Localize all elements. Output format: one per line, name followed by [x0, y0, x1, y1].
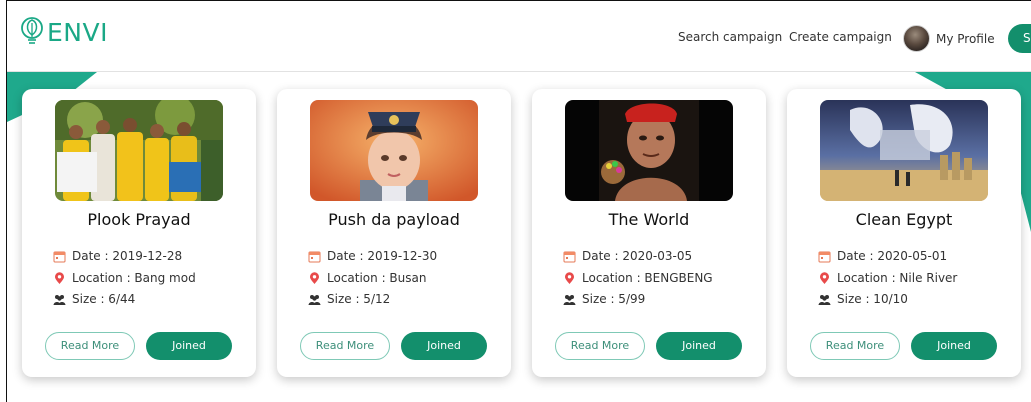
- nav-my-profile[interactable]: My Profile: [903, 25, 995, 52]
- campaign-image: [55, 100, 223, 201]
- read-more-button[interactable]: Read More: [300, 332, 390, 360]
- avatar: [903, 25, 930, 52]
- map-pin-icon: [308, 271, 321, 285]
- lightbulb-leaf-icon: [19, 17, 45, 47]
- joined-button[interactable]: Joined: [401, 332, 487, 360]
- campaign-location: Location : Bang mod: [72, 271, 196, 285]
- location-row: Location : Bang mod: [53, 271, 196, 285]
- campaign-date: Date : 2020-05-01: [837, 249, 948, 263]
- calendar-icon: [53, 250, 66, 263]
- campaign-date: Date : 2019-12-28: [72, 249, 183, 263]
- date-row: Date : 2020-03-05: [563, 249, 692, 263]
- campaign-location: Location : BENGBENG: [582, 271, 713, 285]
- brand-name: ENVI: [47, 17, 108, 47]
- campaign-location: Location : Busan: [327, 271, 427, 285]
- location-row: Location : Nile River: [818, 271, 957, 285]
- joined-button[interactable]: Joined: [656, 332, 742, 360]
- read-more-button[interactable]: Read More: [555, 332, 645, 360]
- signup-button[interactable]: S: [1008, 24, 1031, 53]
- map-pin-icon: [818, 271, 831, 285]
- campaign-card: The World Date : 2020-03-05 Location : B…: [532, 89, 766, 377]
- joined-button[interactable]: Joined: [146, 332, 232, 360]
- campaign-card: Plook Prayad Date : 2019-12-28 Location …: [22, 89, 256, 377]
- calendar-icon: [818, 250, 831, 263]
- card-title: Plook Prayad: [87, 210, 191, 229]
- campaign-size: Size : 5/99: [582, 292, 646, 306]
- nav-search-campaign[interactable]: Search campaign: [678, 30, 782, 44]
- date-row: Date : 2019-12-30: [308, 249, 437, 263]
- size-row: Size : 6/44: [53, 292, 135, 306]
- calendar-icon: [563, 250, 576, 263]
- navbar: ENVI Search campaign Create campaign My …: [7, 1, 1031, 72]
- campaign-location: Location : Nile River: [837, 271, 958, 285]
- map-pin-icon: [53, 271, 66, 285]
- people-icon: [53, 293, 66, 306]
- location-row: Location : BENGBENG: [563, 271, 713, 285]
- card-title: The World: [608, 210, 690, 229]
- card-title: Clean Egypt: [855, 210, 953, 229]
- size-row: Size : 5/12: [308, 292, 390, 306]
- people-icon: [563, 293, 576, 306]
- date-row: Date : 2020-05-01: [818, 249, 947, 263]
- brand-logo[interactable]: ENVI: [19, 17, 108, 47]
- map-pin-icon: [563, 271, 576, 285]
- location-row: Location : Busan: [308, 271, 426, 285]
- read-more-button[interactable]: Read More: [45, 332, 135, 360]
- people-icon: [818, 293, 831, 306]
- campaign-date: Date : 2019-12-30: [327, 249, 438, 263]
- campaign-image: [820, 100, 988, 201]
- joined-button[interactable]: Joined: [911, 332, 997, 360]
- campaign-size: Size : 5/12: [327, 292, 391, 306]
- campaign-image: [565, 100, 733, 201]
- campaign-image: [310, 100, 478, 201]
- people-icon: [308, 293, 321, 306]
- size-row: Size : 5/99: [563, 292, 645, 306]
- campaign-size: Size : 6/44: [72, 292, 136, 306]
- size-row: Size : 10/10: [818, 292, 908, 306]
- read-more-button[interactable]: Read More: [810, 332, 900, 360]
- calendar-icon: [308, 250, 321, 263]
- campaign-card: Clean Egypt Date : 2020-05-01 Location :…: [787, 89, 1021, 377]
- date-row: Date : 2019-12-28: [53, 249, 182, 263]
- nav-create-campaign[interactable]: Create campaign: [789, 30, 892, 44]
- campaign-date: Date : 2020-03-05: [582, 249, 693, 263]
- card-title: Push da payload: [328, 210, 460, 229]
- campaign-size: Size : 10/10: [837, 292, 908, 306]
- campaign-card: Push da payload Date : 2019-12-30 Locati…: [277, 89, 511, 377]
- profile-label: My Profile: [936, 31, 995, 46]
